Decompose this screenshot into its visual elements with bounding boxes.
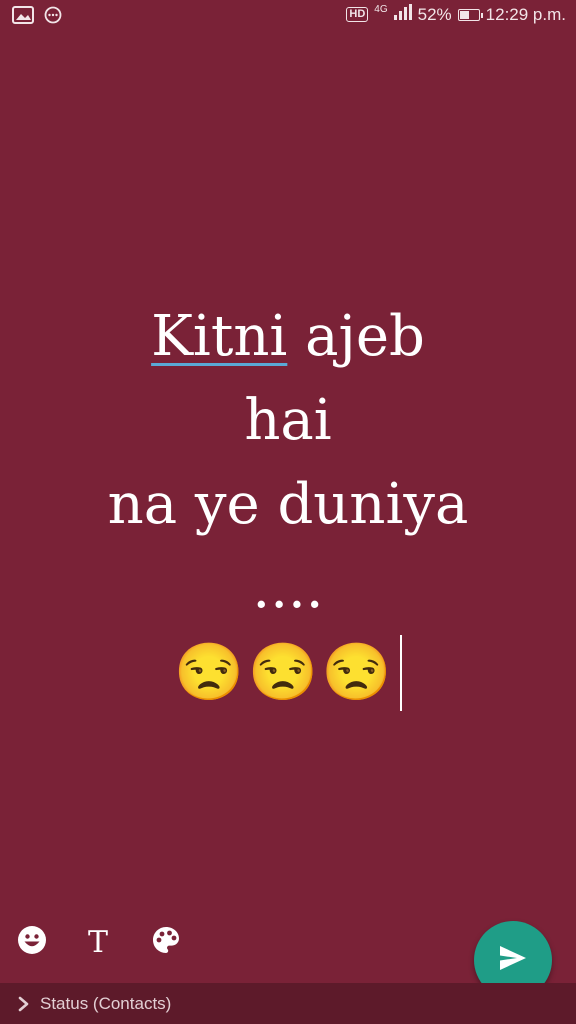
status-line-5: 😒 😒 😒: [0, 631, 576, 715]
signal-icon: [393, 4, 412, 25]
image-icon: [12, 6, 34, 28]
unamused-face-emoji: 😒: [174, 640, 245, 705]
chevron-right-icon: [18, 996, 30, 1012]
send-icon: [498, 944, 528, 976]
hd-badge: HD: [346, 7, 369, 22]
status-text-editor[interactable]: Kitni ajeb hai na ye duniya .... 😒 😒 😒: [0, 295, 576, 715]
status-audience-label: Status (Contacts): [40, 993, 172, 1013]
unamused-face-emoji: 😒: [321, 640, 392, 705]
clock: 12:29 p.m.: [485, 4, 566, 24]
status-line-3: na ye duniya: [107, 472, 469, 537]
emoji-icon: [17, 925, 47, 959]
text-font-button[interactable]: T: [80, 924, 116, 960]
misspelled-word[interactable]: Kitni: [151, 304, 287, 369]
status-line-4: ....: [252, 556, 324, 621]
background-color-button[interactable]: [148, 924, 184, 960]
more-circle-icon: [44, 6, 62, 28]
text-cursor: [399, 635, 402, 711]
status-bar: HD 4G 52% 12:29 p.m.: [0, 0, 576, 34]
status-line-2: hai: [244, 388, 332, 453]
battery-fill: [459, 10, 470, 19]
emoji-row: 😒 😒 😒: [174, 631, 402, 715]
status-audience-bar[interactable]: Status (Contacts): [0, 983, 576, 1024]
network-type: 4G: [374, 4, 388, 15]
status-word: ajeb: [305, 304, 425, 369]
battery-icon: [457, 8, 483, 21]
status-bar-right: HD 4G 52% 12:29 p.m.: [346, 4, 566, 25]
status-bar-left: [12, 6, 62, 28]
text-icon: T: [87, 924, 108, 960]
status-line-1: Kitni ajeb: [0, 295, 576, 379]
battery-percent: 52%: [417, 4, 452, 24]
palette-icon: [151, 925, 181, 959]
unamused-face-emoji: 😒: [248, 640, 318, 705]
emoji-button[interactable]: [14, 924, 50, 960]
